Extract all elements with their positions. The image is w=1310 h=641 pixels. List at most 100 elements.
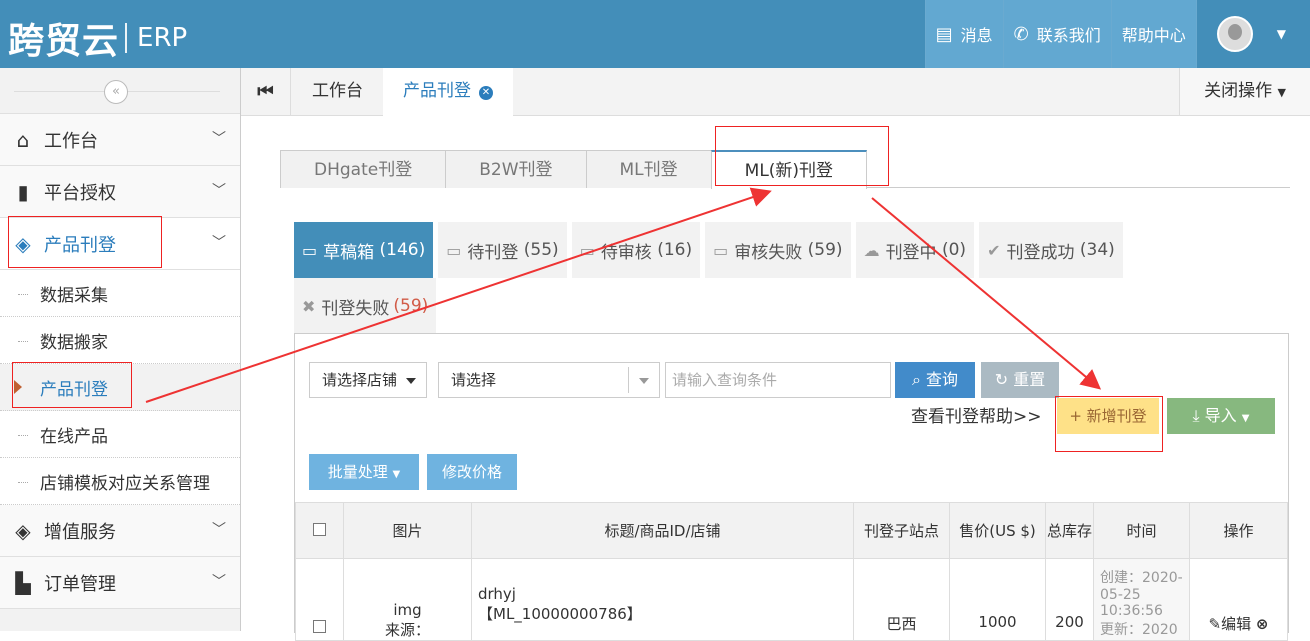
row-updated-time: 更新：2020 (1100, 622, 1178, 638)
tab-b2w[interactable]: B2W刊登 (445, 150, 587, 188)
close-icon[interactable]: ✕ (479, 86, 493, 100)
import-button[interactable]: ⤓ 导入 ▼ (1167, 398, 1275, 434)
caret-down-icon: ▼ (1276, 27, 1286, 41)
tab-workbench[interactable]: 工作台 (292, 68, 383, 116)
row-actions: ✎编辑 ⊗ (1189, 558, 1288, 641)
menu-workbench[interactable]: ⌂ 工作台 ﹀ (0, 114, 240, 166)
annotation-box-menu (8, 216, 162, 268)
status-drafts[interactable]: ▭ 草稿箱 (146) (294, 222, 434, 278)
delete-icon[interactable]: ⊗ (1256, 615, 1269, 633)
home-icon: ⌂ (16, 127, 30, 152)
search-button[interactable]: ⌕ 查询 (895, 362, 975, 398)
status-label: 刊登中 (885, 242, 937, 263)
status-count: (34) (1079, 240, 1115, 260)
tab-product-listing-label: 产品刊登 (403, 81, 471, 101)
shop-select[interactable]: 请选择店铺 (309, 362, 427, 398)
caret-down-icon: ▼ (1241, 413, 1250, 424)
menu-platform-auth[interactable]: ▮ 平台授权 ﹀ (0, 166, 240, 218)
logo-mark: 跨贸云 (8, 20, 120, 62)
row-edit-link[interactable]: 编辑 (1221, 615, 1251, 633)
chevron-down-icon: ﹀ (212, 131, 226, 147)
times-circle-icon: ✖ (302, 296, 316, 316)
chevron-down-icon: ﹀ (212, 574, 226, 590)
row-image-text: img (393, 601, 422, 619)
select-divider (628, 367, 629, 393)
cloud-upload-icon: ☁ (863, 240, 880, 260)
logo[interactable]: 跨贸云 ERP (8, 12, 187, 64)
status-pending-review[interactable]: ▭ 待审核 (16) (571, 222, 701, 278)
status-tabs: ▭ 草稿箱 (146) ▭ 待刊登 (55) ▭ 待审核 (16) ▭ 审核失败 (59… (294, 222, 1164, 334)
tab-product-listing[interactable]: 产品刊登 ✕ (383, 68, 513, 116)
status-pending-list[interactable]: ▭ 待刊登 (55) (438, 222, 567, 278)
status-listing[interactable]: ☁ 刊登中 (0) (855, 222, 975, 278)
caret-down-icon (639, 378, 649, 384)
table-header-row: 图片 标题/商品ID/店铺 刊登子站点 售价(US $) 总库存 时间 操作 (295, 502, 1288, 559)
row-created-time: 创建：2020-05-25 10:36:56 (1100, 570, 1183, 619)
logo-divider (125, 23, 128, 53)
status-count: (0) (941, 240, 967, 260)
download-icon: ⤓ (1192, 406, 1200, 425)
select-all-checkbox[interactable] (313, 522, 326, 536)
nav-help[interactable]: 帮助中心 (1110, 0, 1196, 68)
status-label: 草稿箱 (323, 242, 375, 263)
sidebar-collapse: « (0, 68, 240, 114)
query-input[interactable]: 请输入查询条件 (665, 362, 891, 398)
batch-button[interactable]: 批量处理 ▼ (309, 454, 419, 490)
status-failed[interactable]: ✖ 刊登失败 (59) (294, 278, 437, 334)
submenu-online-products[interactable]: 在线产品 (0, 411, 240, 458)
nav-messages-label: 消息 (960, 26, 993, 45)
collapse-button[interactable]: « (104, 80, 128, 104)
edit-price-button[interactable]: 修改价格 (427, 454, 517, 490)
tab-ml[interactable]: ML刊登 (585, 150, 712, 188)
listing-panel: 请选择店铺 请选择 请输入查询条件 ⌕ 查询 ↻ 重置 查看刊登帮助>> + 新… (294, 333, 1289, 641)
field-select[interactable]: 请选择 (438, 362, 660, 398)
shop-select-value: 请选择店铺 (322, 371, 398, 389)
submenu-shop-template[interactable]: 店铺模板对应关系管理 (0, 458, 240, 505)
col-actions: 操作 (1189, 502, 1288, 559)
field-select-value: 请选择 (451, 371, 497, 389)
close-operations-label: 关闭操作 (1204, 81, 1273, 101)
nav-contact-label: 联系我们 (1036, 26, 1101, 45)
file-icon: ▙ (15, 570, 31, 595)
menu-value-added-label: 增值服务 (44, 521, 116, 543)
page-tabbar: ⏮ 工作台 产品刊登 ✕ 关闭操作 ▼ (241, 68, 1310, 116)
row-title-cell: drhyj 【ML_10000000786】 (471, 558, 854, 641)
nav-messages[interactable]: ▤ 消息 (924, 0, 1003, 68)
tab-dhgate[interactable]: DHgate刊登 (280, 150, 447, 188)
row-checkbox[interactable] (313, 620, 326, 633)
status-review-failed[interactable]: ▭ 审核失败 (59) (705, 222, 851, 278)
reset-button-label: 重置 (1013, 370, 1046, 389)
message-icon: ▤ (935, 23, 953, 45)
status-success[interactable]: ✔ 刊登成功 (34) (979, 222, 1123, 278)
row-image: img 来源： (343, 558, 472, 641)
edit-icon: ✎ (1208, 615, 1222, 633)
inbox-icon: ▭ (446, 240, 462, 260)
menu-orders[interactable]: ▙ 订单管理 ﹀ (0, 557, 240, 609)
menu-orders-label: 订单管理 (44, 573, 116, 595)
close-operations-dropdown[interactable]: 关闭操作 ▼ (1179, 68, 1310, 115)
submenu-data-collect[interactable]: 数据采集 (0, 270, 240, 317)
inbox-icon: ▭ (302, 240, 318, 260)
cube-icon: ◈ (15, 518, 31, 543)
listing-table: 图片 标题/商品ID/店铺 刊登子站点 售价(US $) 总库存 时间 操作 i… (295, 502, 1288, 641)
user-menu[interactable]: ▼ (1195, 0, 1310, 68)
first-tab-icon[interactable]: ⏮ (241, 68, 291, 115)
col-time: 时间 (1093, 502, 1190, 559)
menu-platform-auth-label: 平台授权 (44, 182, 116, 204)
submenu-data-move[interactable]: 数据搬家 (0, 317, 240, 364)
col-title: 标题/商品ID/店铺 (471, 502, 854, 559)
menu-value-added[interactable]: ◈ 增值服务 ﹀ (0, 505, 240, 557)
table-row: img 来源： drhyj 【ML_10000000786】 巴西 1000 200… (295, 558, 1288, 641)
help-link[interactable]: 查看刊登帮助>> (911, 402, 1042, 427)
annotation-box-submenu (12, 362, 132, 408)
inbox-icon: ▭ (713, 240, 729, 260)
col-stock: 总库存 (1045, 502, 1094, 559)
nav-contact[interactable]: ✆ 联系我们 (1002, 0, 1111, 68)
chevron-down-icon: ﹀ (212, 183, 226, 199)
menu-workbench-label: 工作台 (44, 130, 98, 152)
reset-button[interactable]: ↻ 重置 (981, 362, 1059, 398)
inbox-icon: ▭ (579, 240, 595, 260)
annotation-box-add (1055, 396, 1163, 452)
sidebar: « ⌂ 工作台 ﹀ ▮ 平台授权 ﹀ ◈ 产品刊登 ﹀ 数据采集 数据搬家 产品刊登 在线产… (0, 68, 241, 631)
status-label: 待审核 (600, 242, 652, 263)
